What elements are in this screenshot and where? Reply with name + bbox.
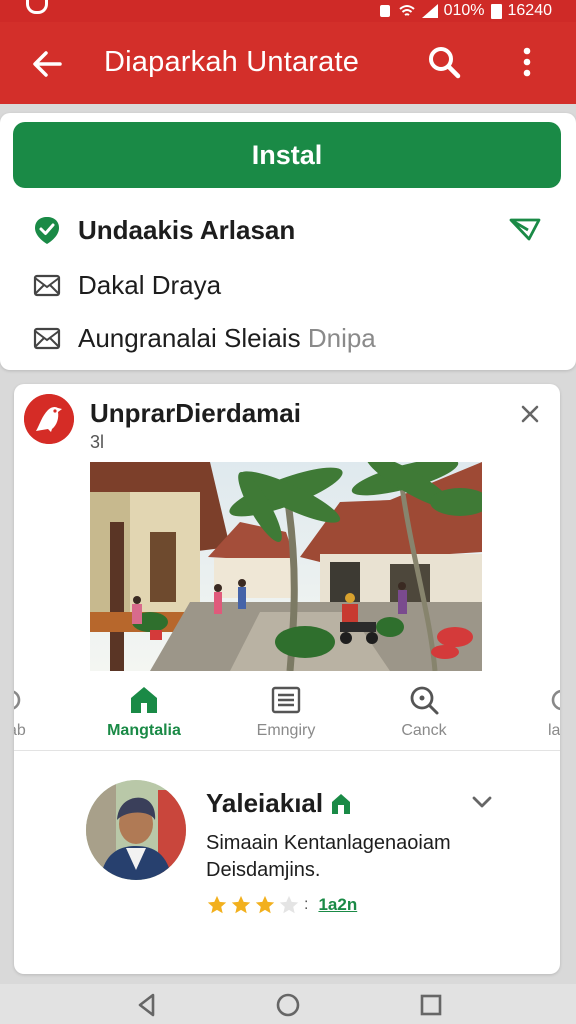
courtyard-photo — [90, 462, 482, 671]
mail-icon — [33, 327, 61, 350]
star-icon — [207, 895, 227, 914]
check-shield-icon — [35, 217, 59, 244]
recents-square-icon[interactable] — [418, 992, 444, 1018]
reviewer-name-row: Yaleiakıal — [206, 788, 351, 819]
tab-mangtalia[interactable]: Mangtalia — [84, 684, 204, 740]
home-icon — [131, 687, 157, 713]
review-text: Simaain Kentanlagenaoiam Deisdamjins. — [206, 832, 451, 881]
partial-tab-icon — [14, 690, 21, 710]
tab-emngiry[interactable]: Emngiry — [226, 684, 346, 740]
home-circle-icon[interactable] — [275, 992, 301, 1018]
status-indicators: 010% 16240 — [378, 0, 552, 22]
rating-link[interactable]: 1a2n — [318, 895, 357, 915]
list-icon — [271, 686, 301, 714]
page-title: Diaparkah Untarate — [104, 46, 360, 78]
verified-home-icon — [332, 793, 351, 814]
status-bar: 010% 16240 — [0, 0, 576, 22]
close-icon[interactable] — [518, 402, 542, 426]
install-button[interactable]: Instal — [13, 122, 561, 188]
star-icon — [231, 895, 251, 914]
install-card: Instal Undaakis Arlasan Dakal Draya Aung… — [0, 113, 576, 370]
app-detail-card: UnprarDierdamai 3l b Mangtalia Emngiry C… — [14, 384, 560, 974]
avatar[interactable] — [86, 780, 186, 880]
tab-edge-left[interactable]: ab — [14, 684, 26, 740]
send-icon[interactable] — [508, 214, 542, 244]
search-icon — [410, 686, 439, 715]
rating-separator: : — [304, 896, 309, 913]
back-arrow-icon[interactable] — [28, 44, 68, 84]
notification-icon — [26, 0, 48, 14]
partial-tab-icon — [551, 689, 560, 711]
wifi-icon — [398, 5, 415, 16]
search-icon[interactable] — [424, 42, 464, 82]
reviewer-name: Yaleiakıal — [206, 788, 324, 818]
signal-icon — [421, 4, 438, 18]
star-empty-icon — [279, 895, 299, 914]
option-row-1[interactable]: Undaakis Arlasan — [32, 210, 295, 250]
tab-edge-left-label: ab — [14, 722, 26, 739]
tab-label: Canck — [401, 722, 447, 739]
option-label: Undaakis Arlasan — [78, 214, 296, 245]
tab-edge-right-label: la — [548, 722, 560, 739]
star-icon — [255, 895, 275, 914]
option-row-3[interactable]: Aungranalai Sleiais Dnipa — [32, 318, 376, 358]
star-rating: : 1a2n — [206, 894, 357, 916]
app-subtitle: 3l — [90, 432, 105, 452]
back-triangle-icon[interactable] — [134, 992, 160, 1018]
system-nav-bar — [0, 984, 576, 1024]
sim-icon — [379, 5, 390, 17]
battery-icon — [490, 3, 502, 19]
mail-icon — [33, 274, 61, 297]
battery-percent: 010% — [443, 2, 485, 19]
option-label: Dakal Draya — [78, 269, 222, 300]
app-logo-icon — [24, 394, 74, 444]
app-name: UnprarDierdamai — [90, 398, 301, 428]
tab-bar: ab Mangtalia Emngiry Canck — [14, 684, 560, 748]
app-bar: Diaparkah Untarate — [0, 22, 576, 104]
tab-label: Emngiry — [256, 722, 316, 739]
tab-edge-right[interactable]: la — [548, 684, 560, 740]
option-label-faded: Dnipa — [307, 322, 376, 353]
clock: 16240 — [507, 2, 553, 19]
option-row-2[interactable]: Dakal Draya — [32, 265, 221, 305]
more-vert-icon[interactable] — [512, 42, 542, 82]
chevron-down-icon[interactable] — [470, 792, 494, 812]
option-label: Aungranalai Sleiais — [78, 322, 301, 353]
tab-canck[interactable]: Canck — [364, 684, 484, 740]
tab-label: Mangtalia — [107, 722, 181, 739]
divider — [14, 750, 560, 751]
